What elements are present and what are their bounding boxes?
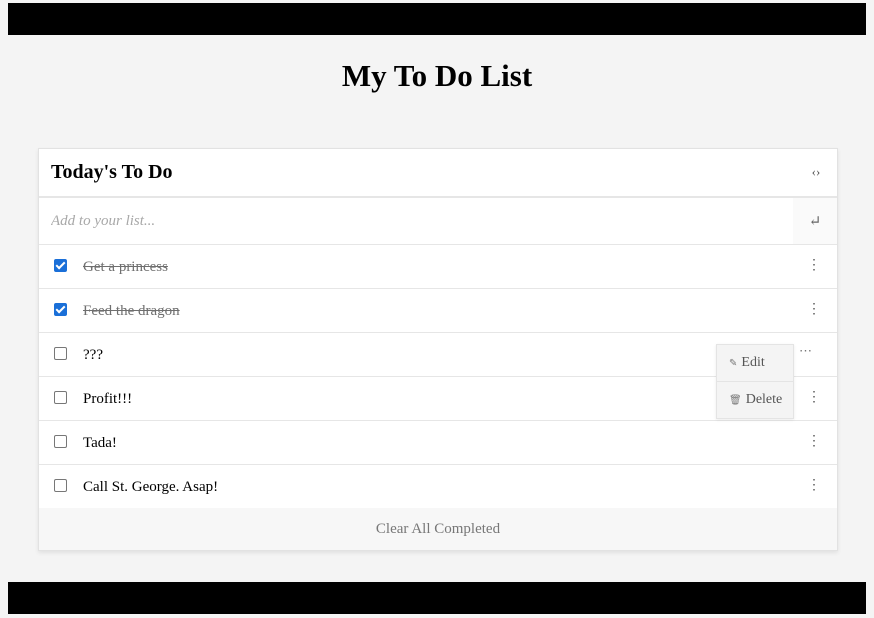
todo-text: Feed the dragon <box>83 303 180 319</box>
todo-checkbox[interactable] <box>54 435 67 448</box>
edit-icon: ✎ <box>729 357 738 369</box>
more-options-icon[interactable]: ⋮ <box>807 256 821 276</box>
edit-label: Edit <box>741 355 765 370</box>
more-options-icon[interactable]: ⋮ <box>807 388 821 408</box>
add-item-input[interactable] <box>39 198 789 244</box>
trash-icon: 🗑 <box>729 394 742 406</box>
todo-text: ??? <box>83 347 103 363</box>
todo-item: Call St. George. Asap! ⋮ <box>39 465 837 508</box>
todo-checkbox[interactable] <box>54 479 67 492</box>
more-options-icon[interactable]: ⋮ <box>807 300 821 320</box>
delete-menu-item[interactable]: 🗑 Delete <box>717 382 793 418</box>
top-bar <box>8 3 866 35</box>
todo-item: Feed the dragon ⋮ <box>39 289 837 333</box>
todo-item: Tada! ⋮ <box>39 421 837 465</box>
delete-label: Delete <box>745 392 783 407</box>
todo-text: Profit!!! <box>83 391 133 407</box>
todo-text: Get a princess <box>83 259 168 275</box>
todo-text: Tada! <box>83 435 117 451</box>
add-item-row: ↵ <box>39 198 837 245</box>
more-options-icon[interactable]: ⋮ <box>807 476 821 496</box>
bottom-bar <box>8 582 866 614</box>
more-options-icon[interactable]: ⋮ <box>807 432 821 452</box>
page-title: My To Do List <box>341 58 533 93</box>
todo-item: Get a princess ⋮ <box>39 245 837 289</box>
todo-checkbox[interactable] <box>54 303 67 316</box>
clear-completed-button[interactable]: Clear All Completed <box>39 508 837 550</box>
enter-icon[interactable]: ↵ <box>793 198 837 244</box>
sync-icon[interactable]: ‹› <box>809 165 823 179</box>
todo-checkbox[interactable] <box>54 259 67 272</box>
card-header: Today's To Do ‹› <box>39 149 837 198</box>
item-context-menu: ✎ Edit 🗑 Delete <box>716 344 794 419</box>
more-options-icon[interactable]: ⋯ <box>797 341 815 361</box>
todo-checkbox[interactable] <box>54 347 67 360</box>
card-title: Today's To Do <box>51 161 173 183</box>
todo-checkbox[interactable] <box>54 391 67 404</box>
todo-text: Call St. George. Asap! <box>83 479 219 495</box>
edit-menu-item[interactable]: ✎ Edit <box>717 345 793 382</box>
